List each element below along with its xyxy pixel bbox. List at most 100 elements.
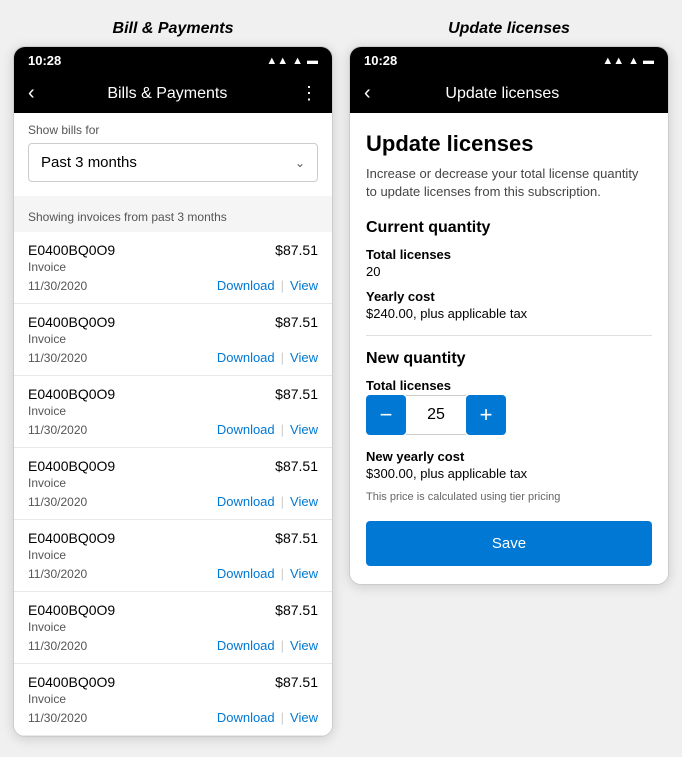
action-separator: | — [281, 638, 284, 653]
invoice-type: Invoice — [28, 620, 318, 634]
view-link[interactable]: View — [290, 422, 318, 437]
right-page-title: Update licenses — [448, 20, 570, 38]
divider — [366, 335, 652, 336]
invoice-actions: Download | View — [217, 710, 318, 725]
download-link[interactable]: Download — [217, 566, 275, 581]
new-quantity-heading: New quantity — [366, 350, 652, 368]
new-yearly-cost-value: $300.00, plus applicable tax — [366, 466, 652, 481]
invoice-type: Invoice — [28, 260, 318, 274]
invoice-amount: $87.51 — [275, 386, 318, 402]
invoice-actions: Download | View — [217, 278, 318, 293]
total-licenses-label-new: Total licenses — [366, 378, 652, 393]
download-link[interactable]: Download — [217, 278, 275, 293]
filter-selected: Past 3 months — [41, 154, 137, 171]
decrease-button[interactable]: − — [366, 395, 406, 435]
update-licenses-phone: 10:28 ▲▲ ▲ ▬ ‹ Update licenses Update li… — [349, 46, 669, 585]
view-link[interactable]: View — [290, 710, 318, 725]
invoice-actions: Download | View — [217, 638, 318, 653]
yearly-cost-value: $240.00, plus applicable tax — [366, 306, 652, 321]
invoice-amount: $87.51 — [275, 242, 318, 258]
update-licenses-heading: Update licenses — [366, 131, 652, 157]
left-page-title: Bill & Payments — [113, 20, 234, 38]
filter-dropdown[interactable]: Past 3 months ⌄ — [28, 143, 318, 182]
filter-label: Show bills for — [28, 123, 318, 137]
invoice-type: Invoice — [28, 476, 318, 490]
nav-bar-right: ‹ Update licenses — [350, 74, 668, 113]
nav-title-left: Bills & Payments — [43, 85, 292, 103]
download-link[interactable]: Download — [217, 710, 275, 725]
showing-label: Showing invoices from past 3 months — [14, 202, 332, 232]
back-button-left[interactable]: ‹ — [28, 82, 35, 105]
pricing-note: This price is calculated using tier pric… — [366, 491, 652, 503]
invoice-list: E0400BQ0O9 $87.51 Invoice 11/30/2020 Dow… — [14, 232, 332, 736]
action-separator: | — [281, 494, 284, 509]
action-separator: | — [281, 422, 284, 437]
view-link[interactable]: View — [290, 566, 318, 581]
bills-content: Show bills for Past 3 months ⌄ Showing i… — [14, 113, 332, 736]
filter-section: Show bills for Past 3 months ⌄ — [14, 113, 332, 196]
invoice-date: 11/30/2020 — [28, 351, 87, 365]
invoice-date: 11/30/2020 — [28, 639, 87, 653]
invoice-date: 11/30/2020 — [28, 279, 87, 293]
yearly-cost-label: Yearly cost — [366, 289, 652, 304]
status-icons-right: ▲▲ ▲ ▬ — [602, 55, 654, 67]
increase-button[interactable]: + — [466, 395, 506, 435]
action-separator: | — [281, 278, 284, 293]
invoice-id: E0400BQ0O9 — [28, 242, 115, 258]
view-link[interactable]: View — [290, 638, 318, 653]
invoice-item: E0400BQ0O9 $87.51 Invoice 11/30/2020 Dow… — [14, 232, 332, 304]
invoice-actions: Download | View — [217, 494, 318, 509]
quantity-input[interactable] — [406, 395, 466, 435]
invoice-amount: $87.51 — [275, 674, 318, 690]
nav-bar-left: ‹ Bills & Payments ⋮ — [14, 74, 332, 113]
invoice-amount: $87.51 — [275, 530, 318, 546]
invoice-id: E0400BQ0O9 — [28, 674, 115, 690]
status-bar-left: 10:28 ▲▲ ▲ ▬ — [14, 47, 332, 74]
download-link[interactable]: Download — [217, 422, 275, 437]
signal-icon: ▲▲ — [266, 55, 288, 67]
invoice-item: E0400BQ0O9 $87.51 Invoice 11/30/2020 Dow… — [14, 592, 332, 664]
view-link[interactable]: View — [290, 350, 318, 365]
download-link[interactable]: Download — [217, 494, 275, 509]
invoice-item: E0400BQ0O9 $87.51 Invoice 11/30/2020 Dow… — [14, 520, 332, 592]
action-separator: | — [281, 710, 284, 725]
wifi-icon: ▲ — [292, 55, 303, 67]
download-link[interactable]: Download — [217, 638, 275, 653]
invoice-type: Invoice — [28, 332, 318, 346]
invoice-id: E0400BQ0O9 — [28, 314, 115, 330]
invoice-item: E0400BQ0O9 $87.51 Invoice 11/30/2020 Dow… — [14, 376, 332, 448]
wifi-icon-r: ▲ — [628, 55, 639, 67]
new-yearly-cost-label: New yearly cost — [366, 449, 652, 464]
invoice-date: 11/30/2020 — [28, 567, 87, 581]
invoice-amount: $87.51 — [275, 458, 318, 474]
update-description: Increase or decrease your total license … — [366, 165, 652, 201]
invoice-id: E0400BQ0O9 — [28, 602, 115, 618]
more-button-left[interactable]: ⋮ — [300, 83, 318, 104]
view-link[interactable]: View — [290, 494, 318, 509]
invoice-id: E0400BQ0O9 — [28, 458, 115, 474]
save-button[interactable]: Save — [366, 521, 652, 566]
time-right: 10:28 — [364, 53, 397, 68]
invoice-type: Invoice — [28, 404, 318, 418]
invoice-date: 11/30/2020 — [28, 495, 87, 509]
chevron-down-icon: ⌄ — [295, 156, 305, 170]
invoice-actions: Download | View — [217, 422, 318, 437]
download-link[interactable]: Download — [217, 350, 275, 365]
total-licenses-label-current: Total licenses — [366, 247, 652, 262]
nav-title-right: Update licenses — [379, 85, 626, 103]
total-licenses-value-current: 20 — [366, 264, 652, 279]
quantity-controls: − + — [366, 395, 652, 435]
invoice-amount: $87.51 — [275, 602, 318, 618]
view-link[interactable]: View — [290, 278, 318, 293]
invoice-amount: $87.51 — [275, 314, 318, 330]
action-separator: | — [281, 566, 284, 581]
invoice-item: E0400BQ0O9 $87.51 Invoice 11/30/2020 Dow… — [14, 448, 332, 520]
battery-icon: ▬ — [307, 55, 318, 67]
action-separator: | — [281, 350, 284, 365]
invoice-actions: Download | View — [217, 566, 318, 581]
back-button-right[interactable]: ‹ — [364, 82, 371, 105]
invoice-type: Invoice — [28, 692, 318, 706]
current-quantity-heading: Current quantity — [366, 219, 652, 237]
invoice-item: E0400BQ0O9 $87.51 Invoice 11/30/2020 Dow… — [14, 304, 332, 376]
invoice-id: E0400BQ0O9 — [28, 386, 115, 402]
